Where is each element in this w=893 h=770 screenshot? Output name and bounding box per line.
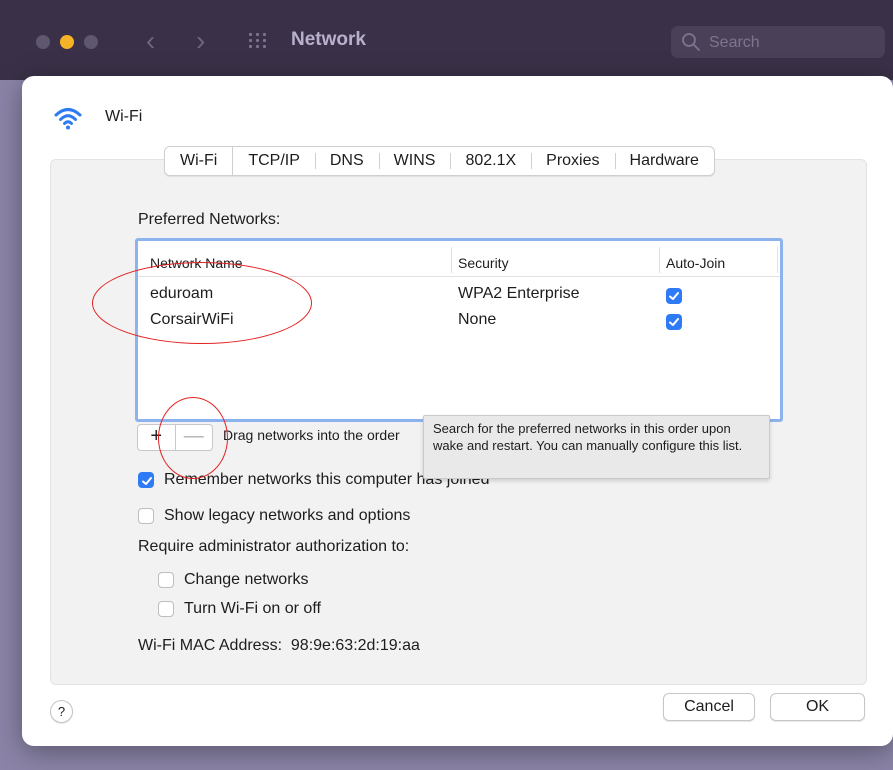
security-cell: None	[458, 311, 497, 328]
tab-8021x[interactable]: 802.1X	[450, 147, 531, 175]
remember-networks-checkbox[interactable]	[138, 472, 154, 488]
window-titlebar: ‹ › Network	[0, 0, 893, 80]
checkmark-icon	[669, 318, 679, 326]
zoom-window-button[interactable]	[84, 35, 98, 49]
back-arrow-icon[interactable]: ‹	[146, 25, 155, 57]
drag-hint-label: Drag networks into the order	[223, 427, 400, 443]
checkmark-icon	[142, 477, 152, 485]
network-name-cell: eduroam	[150, 285, 214, 302]
admin-authorization-label: Require administrator authorization to:	[138, 538, 410, 555]
forward-arrow-icon[interactable]: ›	[196, 25, 205, 57]
tooltip: Search for the preferred networks in thi…	[423, 415, 770, 479]
mac-address: Wi-Fi MAC Address: 98:9e:63:2d:19:aa	[138, 637, 420, 655]
change-networks-option[interactable]: Change networks	[158, 569, 309, 591]
add-network-button[interactable]: +	[138, 425, 176, 450]
column-divider	[777, 247, 778, 273]
security-cell: WPA2 Enterprise	[458, 285, 580, 302]
column-divider	[659, 247, 660, 273]
column-divider	[451, 247, 452, 273]
search-field[interactable]	[671, 26, 885, 58]
wifi-tab-panel: Preferred Networks: Network Name Securit…	[50, 159, 867, 685]
sheet-title: Wi-Fi	[105, 108, 143, 125]
tab-tcpip[interactable]: TCP/IP	[233, 147, 315, 175]
tab-wifi[interactable]: Wi-Fi	[165, 147, 234, 175]
minimize-window-button[interactable]	[60, 35, 74, 49]
wifi-settings-sheet: Wi-Fi Wi-Fi TCP/IP DNS WINS 802.1X Proxi…	[22, 76, 893, 746]
legacy-networks-option[interactable]: Show legacy networks and options	[138, 505, 410, 527]
wifi-icon	[52, 102, 84, 134]
remove-network-button[interactable]: —	[176, 425, 213, 450]
table-row[interactable]: eduroam WPA2 Enterprise	[138, 285, 780, 309]
search-input[interactable]	[707, 30, 881, 56]
close-window-button[interactable]	[36, 35, 50, 49]
help-button[interactable]: ?	[50, 700, 73, 723]
toggle-wifi-option[interactable]: Turn Wi-Fi on or off	[158, 598, 321, 620]
legacy-networks-checkbox[interactable]	[138, 508, 154, 524]
tab-dns[interactable]: DNS	[314, 147, 379, 175]
tab-wins[interactable]: WINS	[378, 147, 451, 175]
tab-bar: Wi-Fi TCP/IP DNS WINS 802.1X Proxies Har…	[164, 146, 715, 176]
ok-button[interactable]: OK	[770, 693, 865, 721]
tab-hardware[interactable]: Hardware	[614, 147, 714, 175]
toggle-wifi-checkbox[interactable]	[158, 601, 174, 617]
preferred-networks-label: Preferred Networks:	[138, 211, 281, 228]
show-all-grid-icon[interactable]	[247, 32, 269, 50]
window-title: Network	[291, 29, 366, 50]
network-name-cell: CorsairWiFi	[150, 311, 234, 328]
table-row[interactable]: CorsairWiFi None	[138, 311, 780, 335]
auto-join-checkbox[interactable]	[666, 314, 682, 330]
search-icon	[682, 33, 700, 51]
toggle-wifi-label: Turn Wi-Fi on or off	[184, 600, 321, 617]
mac-address-value: 98:9e:63:2d:19:aa	[290, 637, 420, 654]
column-auto-join[interactable]: Auto-Join	[666, 255, 725, 271]
column-security[interactable]: Security	[458, 255, 509, 271]
cancel-button[interactable]: Cancel	[663, 693, 755, 721]
preferred-networks-table[interactable]: Network Name Security Auto-Join eduroam …	[135, 238, 783, 422]
mac-address-label: Wi-Fi MAC Address:	[138, 637, 283, 654]
checkmark-icon	[669, 292, 679, 300]
column-network-name[interactable]: Network Name	[150, 255, 243, 271]
add-remove-control: + —	[137, 424, 213, 451]
table-header: Network Name Security Auto-Join	[138, 241, 780, 277]
auto-join-checkbox[interactable]	[666, 288, 682, 304]
change-networks-checkbox[interactable]	[158, 572, 174, 588]
tab-proxies[interactable]: Proxies	[531, 147, 614, 175]
legacy-networks-label: Show legacy networks and options	[164, 507, 411, 524]
change-networks-label: Change networks	[184, 571, 309, 588]
